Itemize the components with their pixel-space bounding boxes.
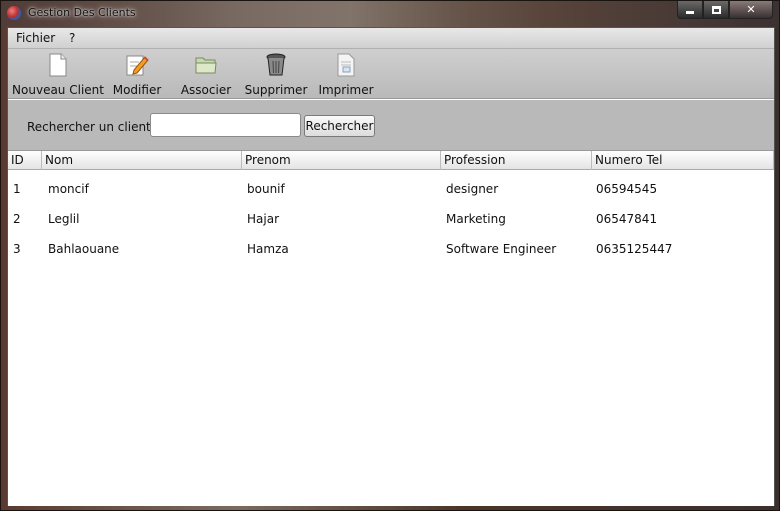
cell-id: 1: [13, 182, 21, 196]
cell-prenom: Hajar: [247, 212, 279, 226]
title-bar[interactable]: Gestion Des Clients ✕: [1, 1, 779, 27]
close-button[interactable]: ✕: [729, 1, 773, 19]
close-icon: ✕: [746, 3, 756, 16]
toolbar-button-label: Nouveau Client: [12, 83, 104, 97]
column-header-id[interactable]: ID: [8, 151, 42, 170]
clients-table: ID Nom Prenom Profession Numero Tel 1 mo…: [8, 150, 774, 506]
toolbar-button-label: Supprimer: [244, 83, 308, 97]
toolbar-button-label: Associer: [180, 83, 232, 97]
toolbar: Nouveau Client Modifier Associer Supprim…: [8, 49, 774, 99]
cell-id: 2: [13, 212, 21, 226]
modifier-button[interactable]: Modifier: [112, 51, 162, 97]
cell-numero-tel: 06594545: [596, 182, 658, 196]
cell-numero-tel: 06547841: [596, 212, 658, 226]
minimize-icon: [686, 11, 694, 14]
cell-id: 3: [13, 242, 21, 256]
table-row[interactable]: 2 Leglil Hajar Marketing 06547841: [8, 204, 774, 234]
folder-icon: [194, 51, 218, 79]
search-input[interactable]: [150, 113, 301, 137]
search-bar: Rechercher un client Rechercher: [8, 100, 774, 150]
rechercher-button[interactable]: Rechercher: [304, 115, 375, 137]
cell-prenom: bounif: [247, 182, 285, 196]
cell-profession: Software Engineer: [446, 242, 557, 256]
cell-profession: Marketing: [446, 212, 506, 226]
menu-fichier[interactable]: Fichier: [16, 31, 55, 45]
cell-prenom: Hamza: [247, 242, 289, 256]
edit-pencil-icon: [125, 51, 149, 79]
trash-icon: [265, 51, 287, 79]
app-icon: [7, 6, 21, 20]
maximize-button[interactable]: [703, 1, 729, 19]
window-content: Fichier ? Nouveau Client Modifier Associ…: [7, 27, 775, 506]
menu-help[interactable]: ?: [69, 31, 75, 45]
cell-numero-tel: 0635125447: [596, 242, 673, 256]
menu-bar: Fichier ?: [8, 28, 774, 49]
cell-nom: moncif: [48, 182, 89, 196]
print-document-icon: [335, 51, 357, 79]
nouveau-client-button[interactable]: Nouveau Client: [12, 51, 104, 97]
cell-profession: designer: [446, 182, 499, 196]
associer-button[interactable]: Associer: [180, 51, 232, 97]
table-row[interactable]: 3 Bahlaouane Hamza Software Engineer 063…: [8, 234, 774, 264]
cell-nom: Leglil: [48, 212, 80, 226]
table-row[interactable]: 1 moncif bounif designer 06594545: [8, 174, 774, 204]
minimize-button[interactable]: [677, 1, 703, 19]
column-header-profession[interactable]: Profession: [441, 151, 592, 170]
column-header-nom[interactable]: Nom: [42, 151, 242, 170]
table-header: ID Nom Prenom Profession Numero Tel: [8, 150, 774, 170]
window-controls: ✕: [677, 1, 773, 19]
supprimer-button[interactable]: Supprimer: [245, 51, 307, 97]
application-window: Gestion Des Clients ✕ Fichier ? Nouveau …: [0, 0, 780, 511]
cell-nom: Bahlaouane: [48, 242, 120, 256]
toolbar-button-label: Imprimer: [318, 83, 374, 97]
new-document-icon: [47, 51, 69, 79]
column-header-numero-tel[interactable]: Numero Tel: [592, 151, 774, 170]
search-label: Rechercher un client: [27, 120, 151, 134]
maximize-icon: [711, 5, 721, 14]
column-header-prenom[interactable]: Prenom: [242, 151, 441, 170]
window-title: Gestion Des Clients: [28, 6, 136, 19]
toolbar-button-label: Modifier: [112, 83, 162, 97]
imprimer-button[interactable]: Imprimer: [317, 51, 375, 97]
